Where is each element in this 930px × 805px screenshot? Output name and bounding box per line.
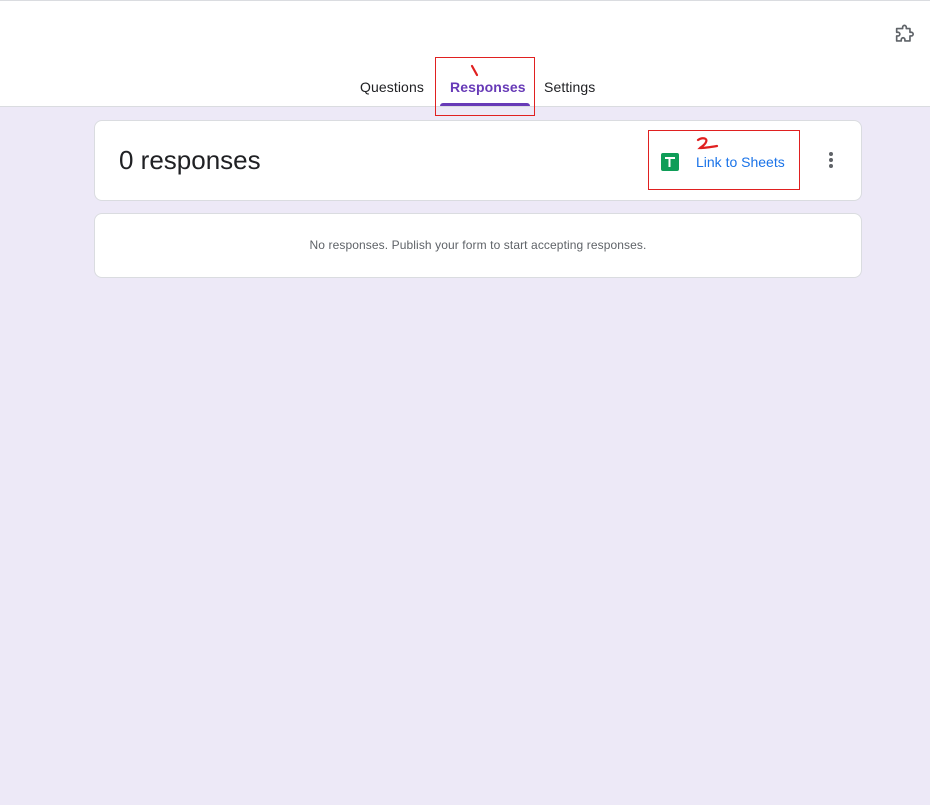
google-sheets-icon (661, 153, 679, 171)
more-vert-icon (829, 152, 833, 168)
tab-settings[interactable]: Settings (544, 79, 595, 105)
form-header: Questions Responses Settings (0, 0, 930, 107)
responses-summary-card: 0 responses Link to Sheets (94, 120, 862, 201)
puzzle-icon (895, 24, 914, 42)
link-to-sheets-label: Link to Sheets (696, 154, 785, 170)
active-tab-indicator (440, 103, 530, 106)
tab-questions[interactable]: Questions (360, 79, 424, 105)
empty-state-message: No responses. Publish your form to start… (309, 238, 647, 252)
more-options-button[interactable] (819, 148, 843, 172)
addons-button[interactable] (891, 22, 917, 48)
empty-responses-card: No responses. Publish your form to start… (94, 213, 862, 278)
tab-responses[interactable]: Responses (450, 79, 526, 105)
response-count: 0 responses (119, 145, 261, 175)
link-to-sheets-button[interactable]: Link to Sheets (661, 147, 785, 177)
